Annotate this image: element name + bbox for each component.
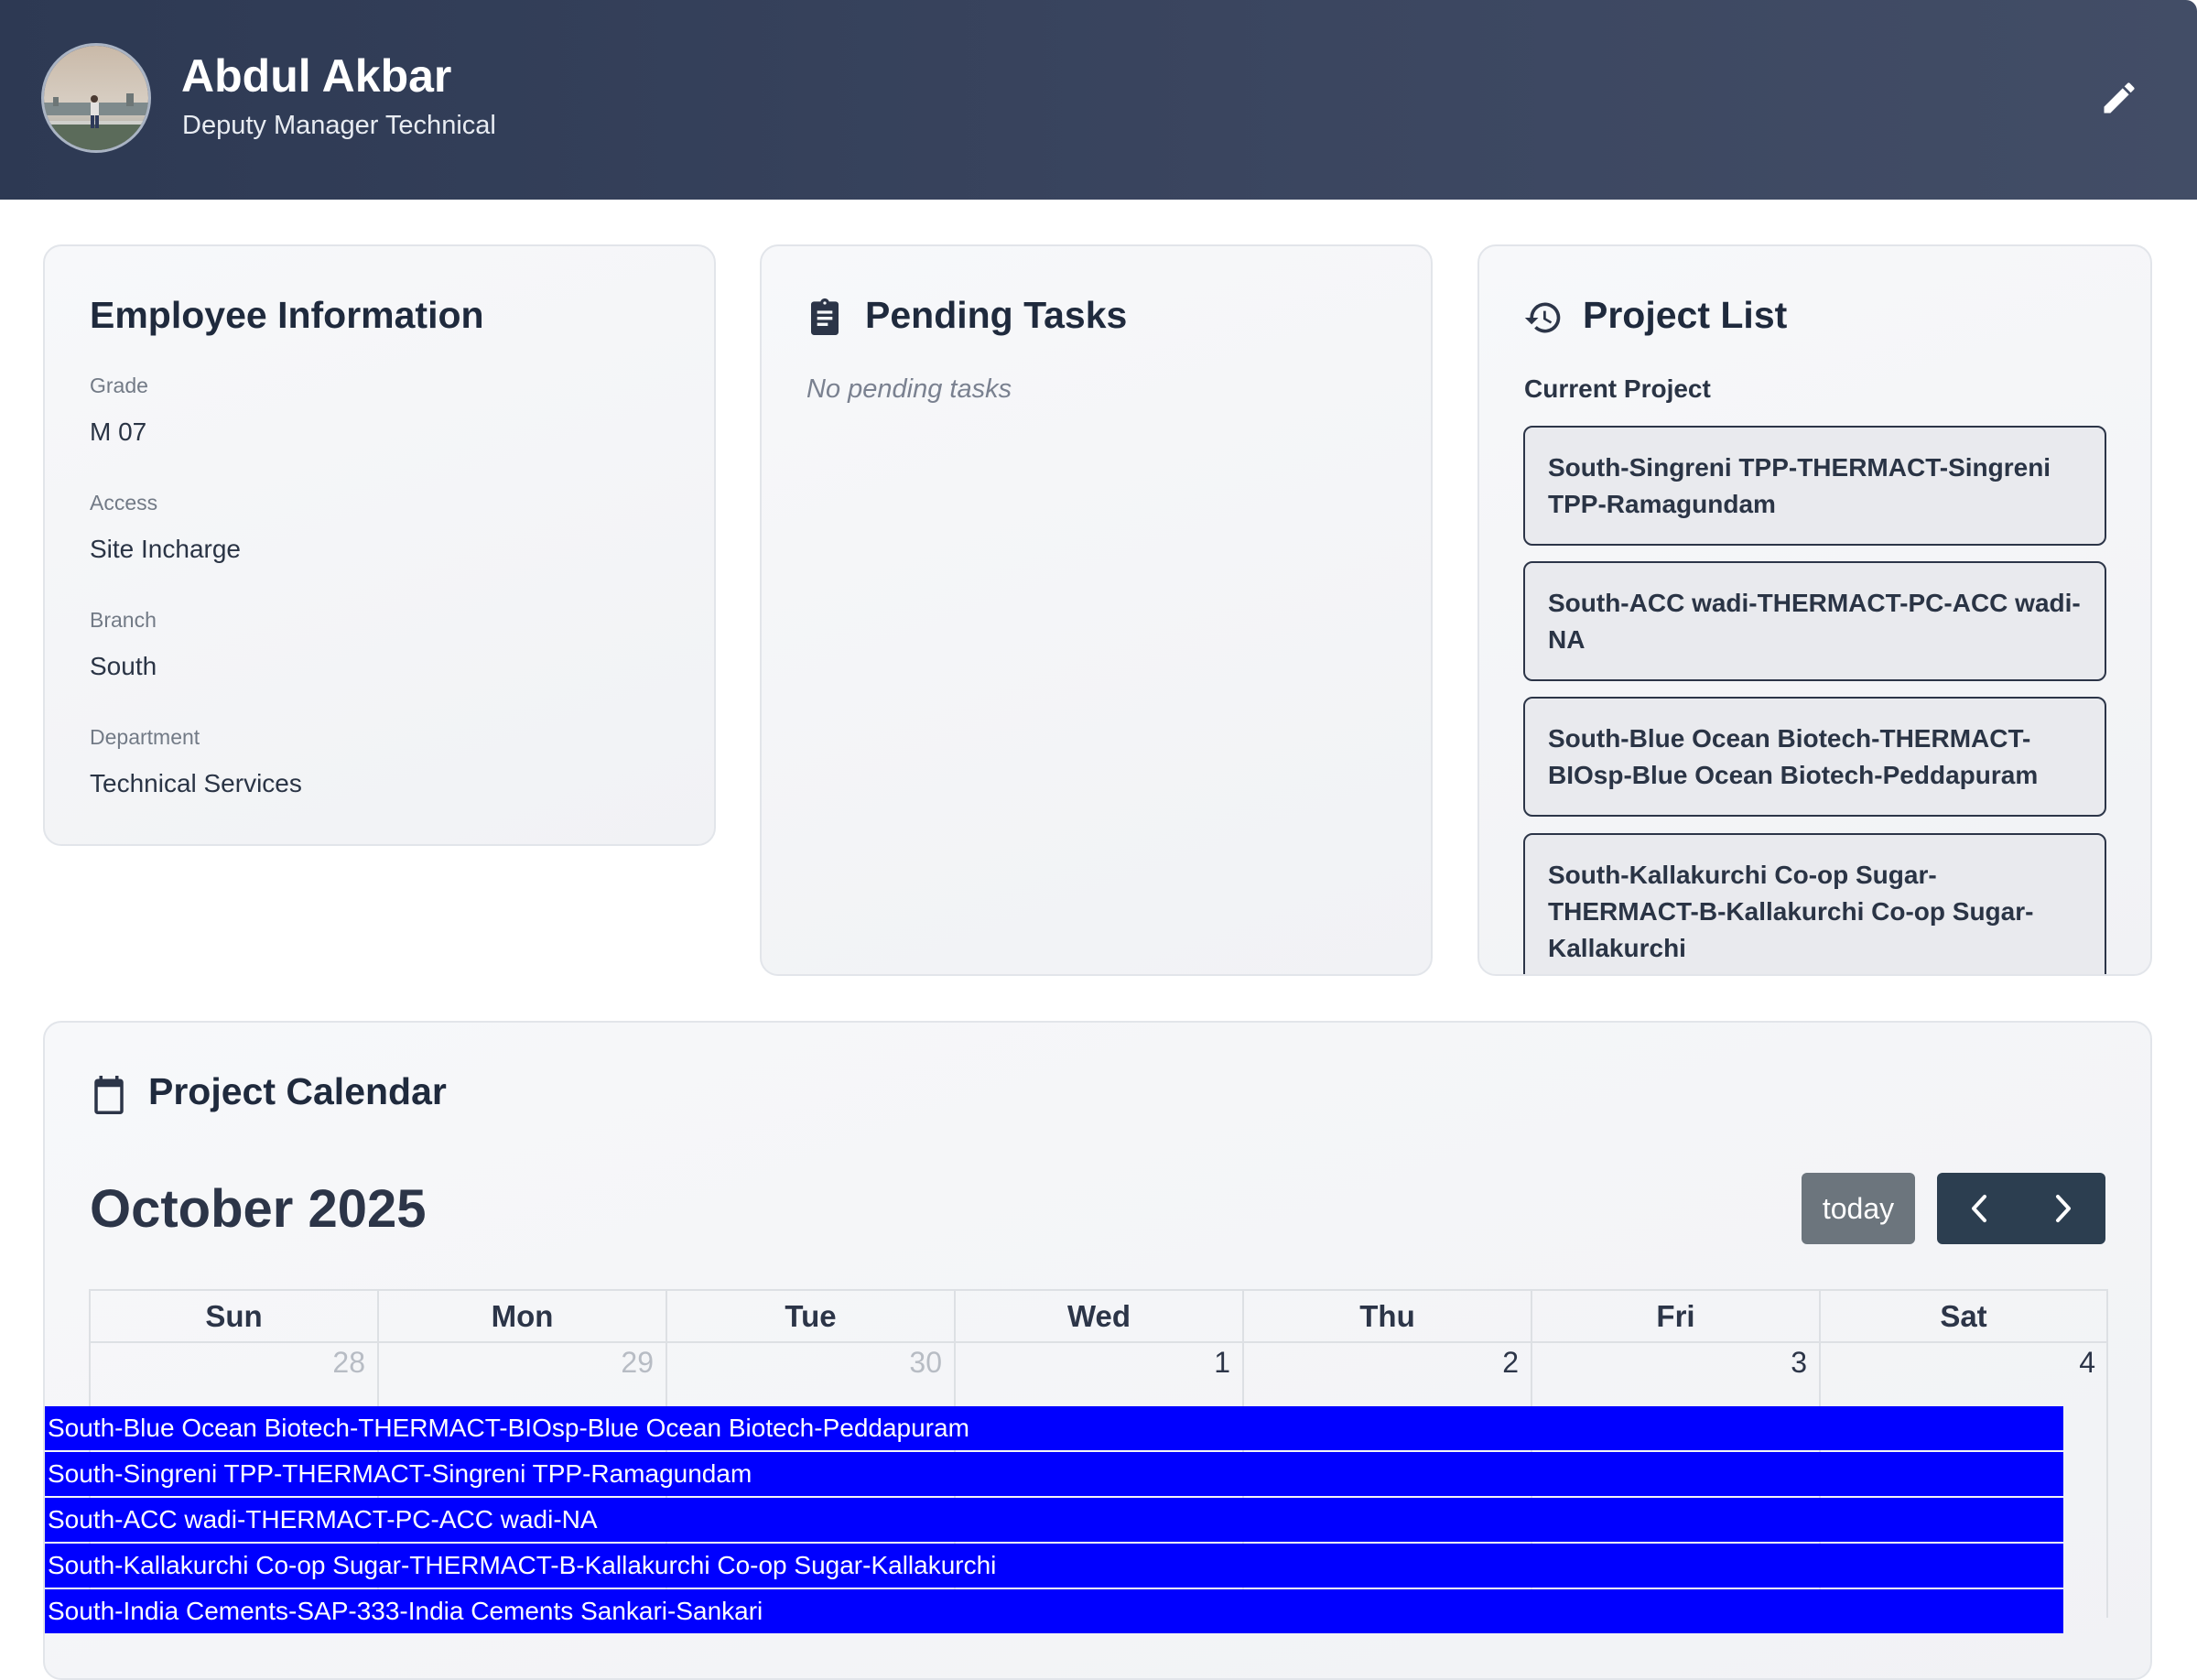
project-item[interactable]: South-Blue Ocean Biotech-THERMACT-BIOsp-…	[1523, 697, 2106, 817]
employee-info-title: Employee Information	[90, 294, 484, 336]
pending-tasks-title: Pending Tasks	[865, 294, 1128, 336]
day-number: 29	[621, 1346, 654, 1379]
day-number: 30	[909, 1346, 942, 1379]
access-value: Site Incharge	[90, 535, 241, 563]
chevron-right-icon	[2056, 1195, 2071, 1222]
pencil-icon	[2104, 82, 2135, 114]
user-role: Deputy Manager Technical	[182, 111, 496, 140]
weekday-header: Sun	[91, 1291, 379, 1343]
department-label: Department	[90, 725, 200, 749]
day-number: 1	[1214, 1346, 1230, 1379]
user-name: Abdul Akbar	[181, 50, 452, 102]
project-item[interactable]: South-Kallakurchi Co-op Sugar-THERMACT-B…	[1523, 833, 2106, 974]
chevron-left-icon	[1972, 1195, 1986, 1222]
calendar-event[interactable]: South-Singreni TPP-THERMACT-Singreni TPP…	[45, 1452, 2063, 1496]
weekday-header: Wed	[956, 1291, 1244, 1343]
day-number: 3	[1791, 1346, 1807, 1379]
grade-value: M 07	[90, 417, 147, 446]
project-item[interactable]: South-ACC wadi-THERMACT-PC-ACC wadi-NA	[1523, 561, 2106, 681]
avatar	[41, 43, 151, 153]
branch-value: South	[90, 652, 157, 680]
day-number: 4	[2079, 1346, 2095, 1379]
no-pending-tasks-text: No pending tasks	[806, 374, 1012, 404]
calendar-month-title: October 2025	[90, 1179, 427, 1239]
employee-info-card: Employee Information Grade M 07 Access S…	[43, 244, 716, 846]
calendar-event[interactable]: South-Kallakurchi Co-op Sugar-THERMACT-B…	[45, 1544, 2063, 1588]
day-number: 2	[1502, 1346, 1519, 1379]
current-project-label: Current Project	[1524, 374, 1711, 403]
calendar-nav	[1937, 1173, 2105, 1244]
grade-label: Grade	[90, 374, 148, 397]
weekday-header: Sat	[1821, 1291, 2108, 1343]
calendar-icon	[94, 1076, 124, 1114]
next-month-button[interactable]	[2021, 1173, 2105, 1244]
weekday-header: Fri	[1532, 1291, 1821, 1343]
project-list-card: Project List Current Project South-Singr…	[1477, 244, 2152, 976]
project-list-scroll[interactable]: Project List Current Project South-Singr…	[1479, 246, 2150, 974]
branch-label: Branch	[90, 608, 157, 632]
calendar-event[interactable]: South-ACC wadi-THERMACT-PC-ACC wadi-NA	[45, 1498, 2063, 1542]
weekday-header: Tue	[667, 1291, 956, 1343]
today-button[interactable]: today	[1802, 1173, 1915, 1244]
calendar-event[interactable]: South-India Cements-SAP-333-India Cement…	[45, 1589, 2063, 1633]
calendar-event[interactable]: South-Blue Ocean Biotech-THERMACT-BIOsp-…	[45, 1406, 2063, 1450]
project-calendar-title: Project Calendar	[148, 1070, 447, 1112]
project-list-title: Project List	[1583, 294, 1788, 336]
weekday-header: Mon	[379, 1291, 667, 1343]
clipboard-icon	[811, 298, 839, 335]
day-number: 28	[332, 1346, 365, 1379]
edit-profile-button[interactable]	[2099, 78, 2139, 118]
prev-month-button[interactable]	[1937, 1173, 2021, 1244]
profile-header: Abdul Akbar Deputy Manager Technical	[0, 0, 2197, 200]
project-item[interactable]: South-Singreni TPP-THERMACT-Singreni TPP…	[1523, 426, 2106, 546]
history-icon	[1524, 302, 1561, 333]
department-value: Technical Services	[90, 769, 302, 797]
pending-tasks-card: Pending Tasks No pending tasks	[760, 244, 1433, 976]
access-label: Access	[90, 491, 158, 515]
weekday-header: Thu	[1244, 1291, 1532, 1343]
